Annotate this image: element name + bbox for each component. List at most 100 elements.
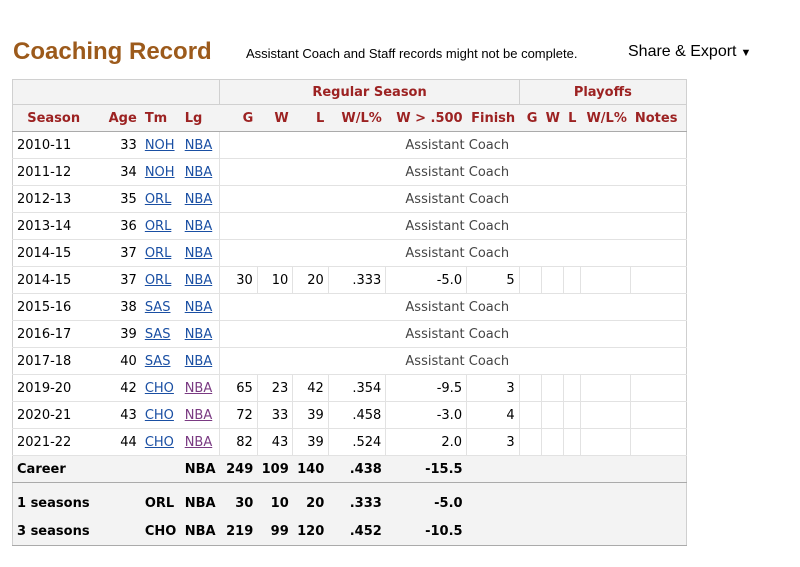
- empty-cell: [541, 239, 564, 267]
- col-tm[interactable]: Tm: [140, 104, 181, 132]
- team-cell-link[interactable]: SAS: [145, 327, 171, 342]
- career-label: Career: [12, 455, 95, 483]
- league-cell-link[interactable]: NBA: [185, 327, 213, 342]
- empty-cell: [630, 158, 687, 186]
- subtotal-lg: NBA: [180, 517, 220, 546]
- wins-cell: 33: [256, 401, 293, 429]
- team-cell: ORL: [140, 185, 181, 213]
- league-cell-link[interactable]: NBA: [185, 165, 213, 180]
- season-cell: 2012-13: [12, 185, 95, 213]
- table-row: 2012-13 35 ORL NBA Assistant Coach: [12, 185, 687, 213]
- subtotal-w: 99: [257, 517, 293, 546]
- empty-cell: [540, 428, 564, 456]
- age-cell: 38: [94, 293, 141, 321]
- col-po-w[interactable]: W: [541, 104, 564, 132]
- empty-cell: [630, 347, 687, 375]
- subtotal-row: 1 seasons ORL NBA 30 10 20 .333 -5.0: [12, 489, 687, 517]
- empty-cell: [519, 131, 542, 159]
- empty-cell: [563, 428, 581, 456]
- wl-pct-cell: .354: [327, 374, 386, 402]
- table-row: 2011-12 34 NOH NBA Assistant Coach: [12, 158, 687, 186]
- empty-cell: [580, 185, 631, 213]
- col-w[interactable]: W: [257, 104, 293, 132]
- empty-cell: [563, 212, 581, 240]
- team-cell-link[interactable]: SAS: [145, 300, 171, 315]
- col-po-g[interactable]: G: [519, 104, 542, 132]
- col-g[interactable]: G: [219, 104, 258, 132]
- subtotal-l: 20: [292, 489, 329, 517]
- team-cell-link[interactable]: SAS: [145, 354, 171, 369]
- col-po-wl[interactable]: W/L%: [580, 104, 631, 132]
- league-cell-link[interactable]: NBA: [185, 435, 213, 450]
- w500-cell: 2.0: [385, 428, 467, 456]
- team-cell-link[interactable]: ORL: [145, 192, 172, 207]
- col-wl[interactable]: W/L%: [328, 104, 386, 132]
- team-cell-link[interactable]: NOH: [145, 138, 175, 153]
- column-header-row: Season Age Tm Lg G W L W/L% W > .500 Fin…: [12, 104, 687, 132]
- empty-cell: [540, 266, 564, 294]
- empty-cell: [579, 374, 631, 402]
- team-cell-link[interactable]: CHO: [145, 408, 174, 423]
- season-cell: 2011-12: [12, 158, 95, 186]
- finish-cell: 3: [466, 428, 520, 456]
- league-cell-link[interactable]: NBA: [185, 138, 213, 153]
- league-cell-link[interactable]: NBA: [185, 246, 213, 261]
- col-notes[interactable]: Notes: [630, 104, 687, 132]
- col-season[interactable]: Season: [12, 104, 95, 132]
- empty-cell: [630, 428, 687, 456]
- team-cell: SAS: [140, 347, 181, 375]
- table-row: 2017-18 40 SAS NBA Assistant Coach: [12, 347, 687, 375]
- col-finish[interactable]: Finish: [466, 104, 520, 132]
- league-cell-link[interactable]: NBA: [185, 192, 213, 207]
- league-cell: NBA: [180, 239, 220, 267]
- season-cell: 2016-17: [12, 320, 95, 348]
- subtotal-tm: CHO: [140, 517, 181, 546]
- team-cell: ORL: [140, 212, 181, 240]
- col-age[interactable]: Age: [94, 104, 141, 132]
- empty-cell: [580, 239, 631, 267]
- empty-cell: [541, 347, 564, 375]
- empty-cell: [519, 347, 542, 375]
- empty-cell: [630, 266, 687, 294]
- league-cell: NBA: [180, 212, 220, 240]
- career-lg: NBA: [180, 455, 220, 483]
- league-cell-link[interactable]: NBA: [185, 381, 213, 396]
- team-cell-link[interactable]: ORL: [145, 219, 172, 234]
- chevron-down-icon: ▼: [740, 47, 752, 59]
- assistant-coach-cell: Assistant Coach: [219, 212, 520, 240]
- col-po-l[interactable]: L: [563, 104, 581, 132]
- career-g: 249: [219, 455, 258, 483]
- league-cell-link[interactable]: NBA: [185, 219, 213, 234]
- records-note: Assistant Coach and Staff records might …: [246, 46, 578, 61]
- league-cell-link[interactable]: NBA: [185, 273, 213, 288]
- league-cell-link[interactable]: NBA: [185, 408, 213, 423]
- empty-cell: [563, 185, 581, 213]
- empty-cell: [563, 347, 581, 375]
- team-cell-link[interactable]: ORL: [145, 273, 172, 288]
- league-cell: NBA: [180, 293, 220, 321]
- team-cell-link[interactable]: NOH: [145, 165, 175, 180]
- team-cell-link[interactable]: ORL: [145, 246, 172, 261]
- col-w500[interactable]: W > .500: [385, 104, 467, 132]
- empty-cell: [563, 131, 581, 159]
- league-cell-link[interactable]: NBA: [185, 300, 213, 315]
- col-lg[interactable]: Lg: [180, 104, 220, 132]
- losses-cell: 42: [292, 374, 329, 402]
- team-cell-link[interactable]: CHO: [145, 381, 174, 396]
- col-l[interactable]: L: [292, 104, 329, 132]
- age-cell: 43: [94, 401, 141, 429]
- subtotal-label: 3 seasons: [12, 517, 95, 546]
- empty-cell: [563, 158, 581, 186]
- team-cell-link[interactable]: CHO: [145, 435, 174, 450]
- assistant-coach-cell: Assistant Coach: [219, 239, 520, 267]
- losses-cell: 20: [292, 266, 329, 294]
- empty-cell: [540, 401, 564, 429]
- empty-cell: [630, 293, 687, 321]
- league-cell-link[interactable]: NBA: [185, 354, 213, 369]
- league-cell: NBA: [180, 428, 220, 456]
- section-header: Coaching Record Assistant Coach and Staf…: [13, 38, 773, 70]
- subtotal-wl: .452: [328, 517, 386, 546]
- share-export-button[interactable]: Share & Export ▼: [628, 43, 751, 61]
- empty-cell: [563, 320, 581, 348]
- season-cell: 2021-22: [12, 428, 95, 456]
